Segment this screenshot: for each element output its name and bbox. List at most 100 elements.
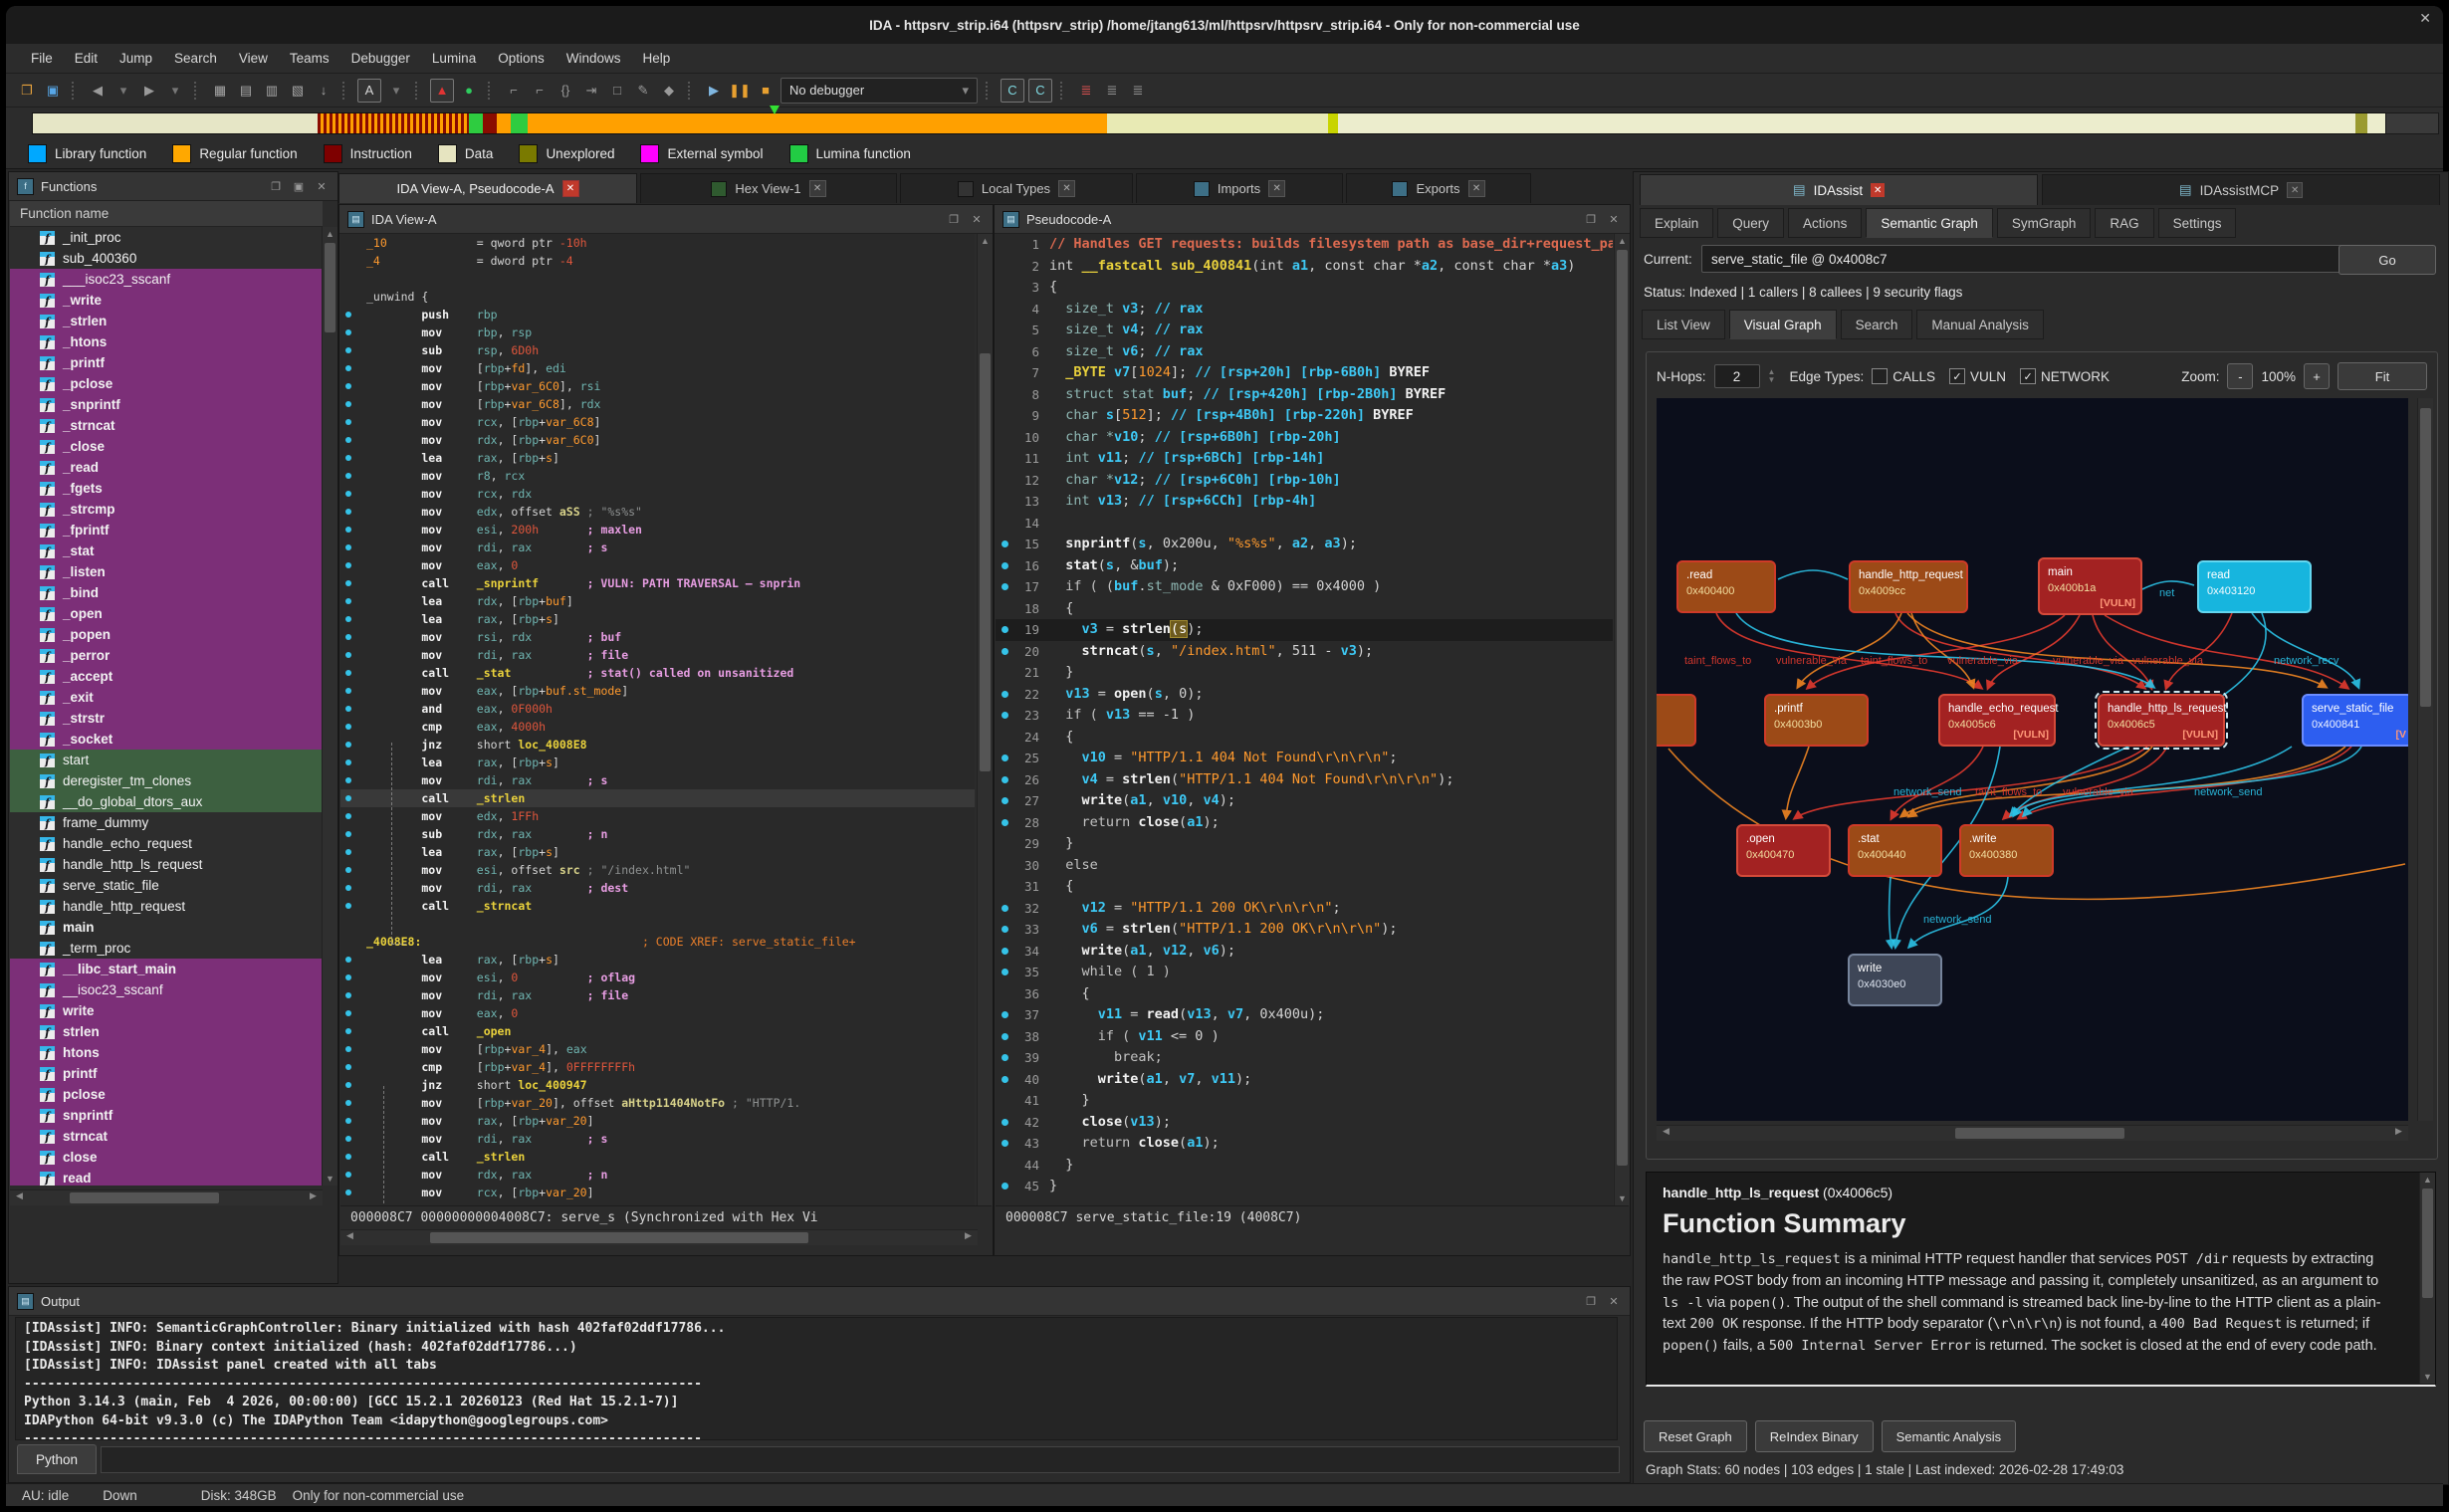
functions-close-icon[interactable]: ✕ — [314, 180, 330, 193]
pseudocode-line[interactable]: 45} — [996, 1176, 1613, 1197]
graph-node--read[interactable]: .read0x400400 — [1676, 560, 1776, 613]
pseudocode-line[interactable]: 1// Handles GET requests: builds filesys… — [996, 234, 1613, 256]
pseudocode-line[interactable]: 11 int v11; // [rsp+6BCh] [rbp-14h] — [996, 448, 1613, 470]
function-list-item[interactable]: f___isoc23_sscanf — [10, 269, 323, 290]
pseudocode-line[interactable]: 4 size_t v3; // rax — [996, 299, 1613, 321]
back-drop-icon[interactable]: ▾ — [112, 80, 134, 102]
function-list-item[interactable]: fsnprintf — [10, 1105, 323, 1126]
asm-line[interactable]: mov edx, offset aSS ; "%s%s" — [340, 503, 975, 521]
asm-line[interactable]: mov rcx, [rbp+var_20] — [340, 1184, 975, 1201]
function-list-item[interactable]: fhandle_echo_request — [10, 833, 323, 854]
nav-tab-settings[interactable]: Settings — [2158, 208, 2237, 238]
function-list-item[interactable]: fread — [10, 1168, 323, 1186]
function-list-item[interactable]: f_bind — [10, 582, 323, 603]
back-icon[interactable]: ◀ — [87, 80, 109, 102]
teams-icon[interactable]: ▲ — [430, 79, 454, 103]
function-list-item[interactable]: f_printf — [10, 352, 323, 373]
zoom-in-button[interactable]: + — [2304, 363, 2330, 389]
function-list-item[interactable]: fhandle_http_ls_request — [10, 854, 323, 875]
asm-line[interactable]: mov rdx, [rbp+var_6C0] — [340, 431, 975, 449]
pseudocode-line[interactable]: 42 close(v13); — [996, 1112, 1613, 1134]
asm-line[interactable]: mov rdi, rax ; file — [340, 646, 975, 664]
nav-tab-query[interactable]: Query — [1717, 208, 1784, 238]
forward-drop-icon[interactable]: ▾ — [164, 80, 186, 102]
list-red-icon[interactable]: ≣ — [1075, 80, 1097, 102]
asm-line[interactable]: mov [rbp+fd], edi — [340, 359, 975, 377]
asm-line[interactable]: mov eax, 0 — [340, 556, 975, 574]
pseudocode-line[interactable]: 40 write(a1, v7, v11); — [996, 1069, 1613, 1091]
asm-line[interactable] — [340, 270, 975, 288]
functions-restore-icon[interactable]: ❐ — [268, 180, 284, 193]
asm-line[interactable]: mov rdi, rax ; dest — [340, 879, 975, 897]
tab-close-icon[interactable]: ✕ — [1058, 180, 1075, 197]
function-list-item[interactable]: fstrncat — [10, 1126, 323, 1147]
asm-line[interactable]: mov esi, offset src ; "/index.html" — [340, 861, 975, 879]
function-list-item[interactable]: fframe_dummy — [10, 812, 323, 833]
pseudocode-line[interactable]: 41 } — [996, 1090, 1613, 1112]
nav-tab-rag[interactable]: RAG — [2095, 208, 2153, 238]
function-list-item[interactable]: f_strncat — [10, 415, 323, 436]
graph-node-read[interactable]: read0x403120 — [2197, 560, 2312, 613]
menu-lumina[interactable]: Lumina — [421, 47, 487, 70]
output-log[interactable]: [IDAssist] INFO: SemanticGraphController… — [15, 1317, 1618, 1440]
pseudocode-line[interactable]: 35 while ( 1 ) — [996, 962, 1613, 983]
go-button[interactable]: Go — [2338, 245, 2436, 275]
debugger-combo[interactable]: No debugger▾ — [780, 78, 978, 104]
asm-line[interactable]: mov rdi, rax ; file — [340, 986, 975, 1004]
menu-jump[interactable]: Jump — [109, 47, 163, 70]
graph-node-handle_http_ls_request[interactable]: handle_http_ls_request0x4006c5[VULN] — [2098, 694, 2225, 747]
tab-close-icon[interactable]: ✕ — [562, 180, 579, 197]
pseudocode-line[interactable]: 19 v3 = strlen(s); — [996, 619, 1613, 641]
graph-node--write[interactable]: .write0x400380 — [1959, 824, 2054, 877]
graph-node-serve_static_file[interactable]: serve_static_file0x400841[V — [2302, 694, 2408, 747]
nav-tab-explain[interactable]: Explain — [1640, 208, 1713, 238]
asm-line[interactable]: lea rax, [rbp+s] — [340, 610, 975, 628]
python-cli-input[interactable] — [101, 1446, 1620, 1473]
function-list-item[interactable]: f_strlen — [10, 311, 323, 331]
edge-check-vuln[interactable]: ✓VULN — [1949, 368, 2006, 384]
ida-view-header[interactable]: ▤ IDA View-A ❐ ✕ — [339, 205, 993, 234]
pseudocode-vscrollbar[interactable]: ▲ ▼ — [1614, 234, 1630, 1205]
function-list-item[interactable]: f_listen — [10, 561, 323, 582]
names-icon[interactable]: ▤ — [235, 80, 257, 102]
menu-debugger[interactable]: Debugger — [340, 47, 421, 70]
function-list-item[interactable]: f_init_proc — [10, 227, 323, 248]
asm-line[interactable]: call _strlen — [340, 1148, 975, 1166]
asm-line[interactable]: sub rsp, 6D0h — [340, 341, 975, 359]
asm-line[interactable]: jnz short loc_4008E8 — [340, 736, 975, 754]
graph-vscrollbar[interactable] — [2417, 398, 2433, 1121]
function-list-item[interactable]: fwrite — [10, 1000, 323, 1021]
menu-file[interactable]: File — [20, 47, 64, 70]
pseudocode-line[interactable]: 39 break; — [996, 1047, 1613, 1069]
pseudocode-line[interactable]: 31 { — [996, 876, 1613, 898]
trace2-icon[interactable]: ⌐ — [529, 80, 551, 102]
view-tab-manual-analysis[interactable]: Manual Analysis — [1916, 310, 2044, 339]
nav-tab-semantic-graph[interactable]: Semantic Graph — [1866, 208, 1993, 238]
button-semantic-analysis[interactable]: Semantic Analysis — [1882, 1420, 2017, 1452]
function-list-item[interactable]: f_stat — [10, 540, 323, 561]
pseudocode-line[interactable]: 7 _BYTE v7[1024]; // [rsp+20h] [rbp-6B0h… — [996, 362, 1613, 384]
ida-view-hscrollbar[interactable]: ◀ ▶ — [340, 1229, 978, 1245]
functions-hscrollbar[interactable]: ◀ ▶ — [10, 1189, 323, 1205]
asm-line[interactable]: mov edx, 1FFh — [340, 807, 975, 825]
function-list-item[interactable]: fstrlen — [10, 1021, 323, 1042]
function-list-item[interactable]: f_strstr — [10, 708, 323, 729]
asm-line[interactable]: mov eax, [rbp+buf.st_mode] — [340, 682, 975, 700]
functions-vscrollbar[interactable]: ▲ ▼ — [322, 227, 337, 1186]
view-tab-list-view[interactable]: List View — [1642, 310, 1725, 339]
menu-windows[interactable]: Windows — [556, 47, 632, 70]
fit-button[interactable]: Fit — [2338, 362, 2427, 390]
function-list-item[interactable]: f_popen — [10, 624, 323, 645]
nav-tab-symgraph[interactable]: SymGraph — [1997, 208, 2092, 238]
pseudocode-line[interactable]: 20 strncat(s, "/index.html", 511 - v3); — [996, 641, 1613, 663]
asm-line[interactable]: push rbp — [340, 306, 975, 324]
pseudocode-line[interactable]: 3{ — [996, 277, 1613, 299]
pseudocode-line[interactable]: 34 write(a1, v12, v6); — [996, 941, 1613, 963]
asm-line[interactable]: mov r8, rcx — [340, 467, 975, 485]
idassist-tab-idassist[interactable]: ▤IDAssist✕ — [1640, 174, 2038, 205]
graph-node-handle_echo_request[interactable]: handle_echo_request0x4005c6[VULN] — [1938, 694, 2056, 747]
asm-line[interactable]: mov rbp, rsp — [340, 324, 975, 341]
pseudocode-close-icon[interactable]: ✕ — [1606, 213, 1622, 226]
asm-line[interactable]: cmp eax, 4000h — [340, 718, 975, 736]
pseudocode-line[interactable]: 12 char *v12; // [rsp+6C0h] [rbp-10h] — [996, 470, 1613, 492]
